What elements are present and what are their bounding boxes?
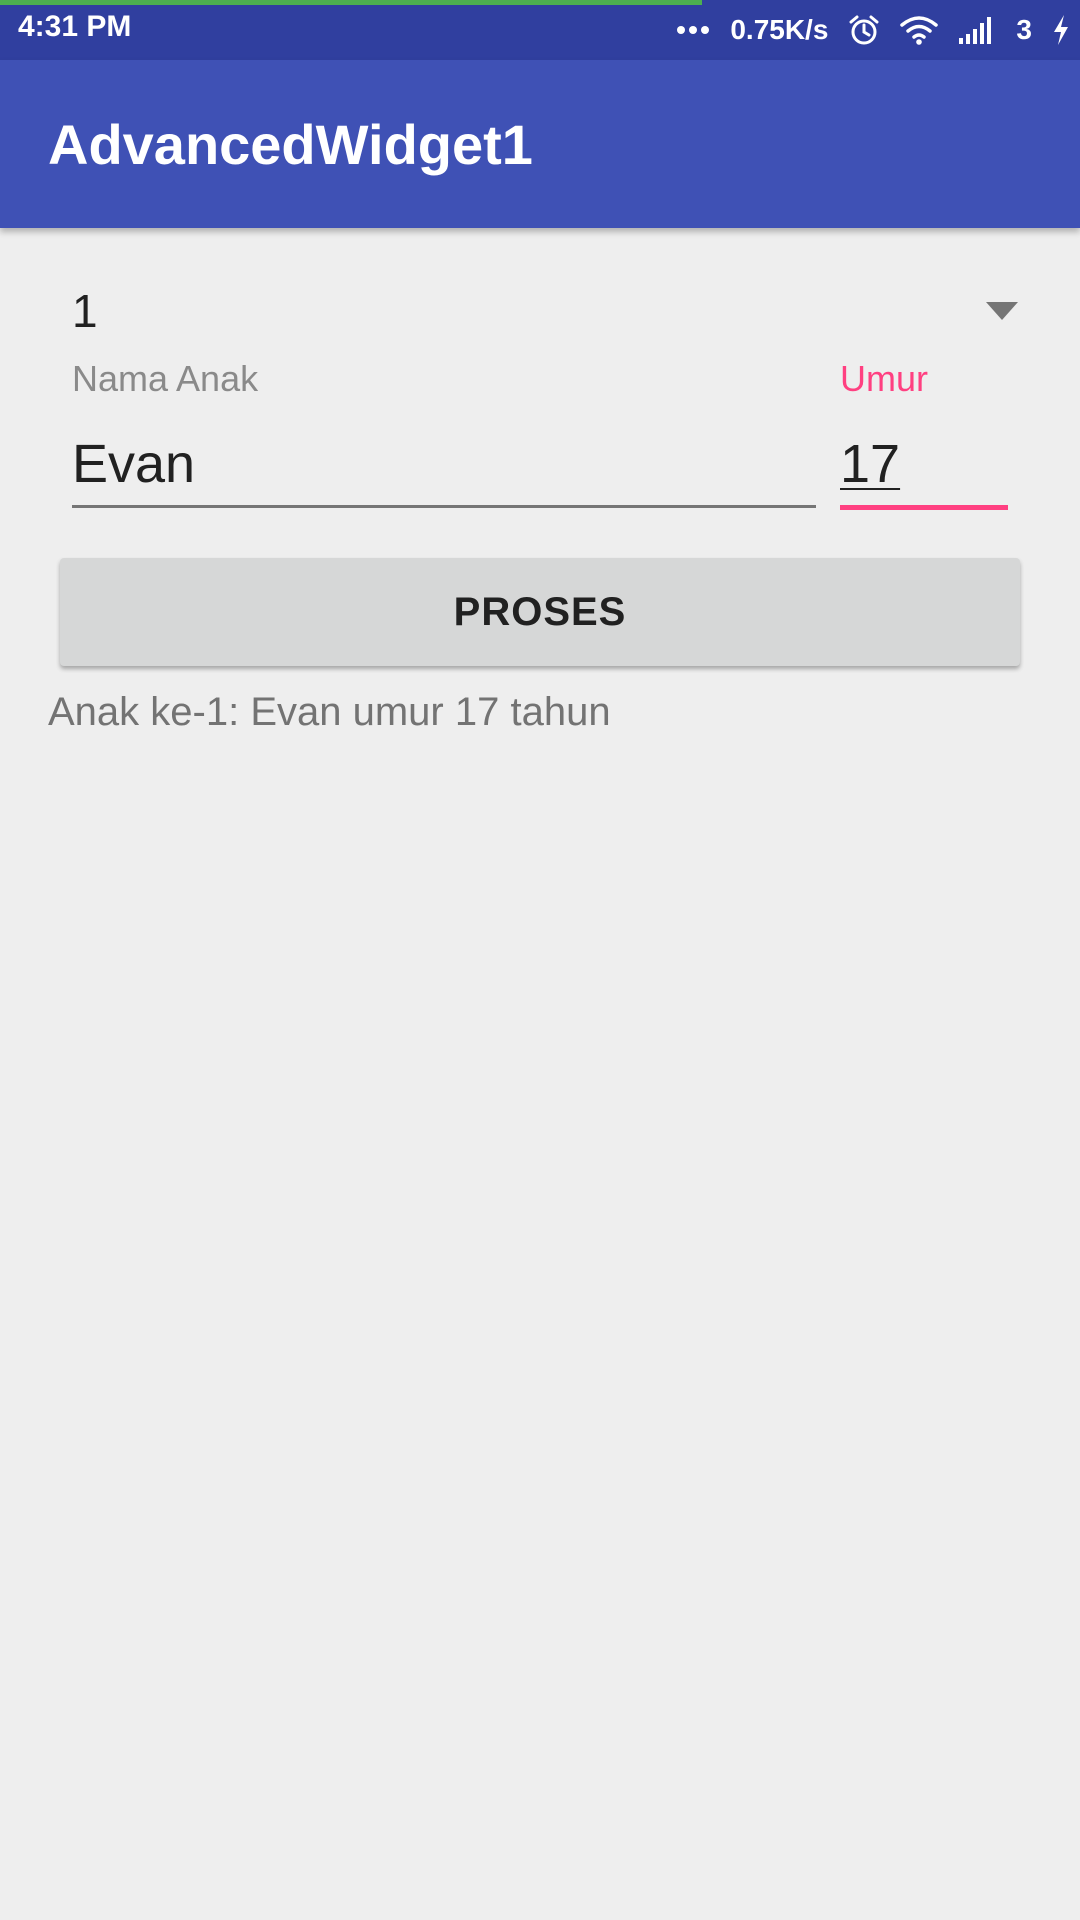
signal-icon — [958, 16, 996, 44]
wifi-icon — [900, 15, 939, 45]
app-title: AdvancedWidget1 — [48, 113, 533, 176]
load-progress-line — [0, 0, 702, 5]
more-dots-icon — [676, 25, 710, 35]
spinner-selected-value: 1 — [72, 285, 98, 337]
dropdown-arrow-icon — [986, 302, 1018, 320]
charging-icon — [1052, 14, 1070, 46]
status-time: 4:31 PM — [18, 10, 132, 43]
status-bar: 4:31 PM 0.75K/s 3 — [0, 0, 1080, 60]
age-field-label: Umur — [840, 358, 928, 399]
proses-button[interactable]: PROSES — [60, 558, 1020, 666]
app-bar: AdvancedWidget1 — [0, 60, 1080, 228]
name-input[interactable]: Evan — [72, 425, 816, 508]
age-input[interactable]: 17 — [840, 425, 1008, 510]
name-field-label: Nama Anak — [72, 358, 259, 399]
network-speed: 0.75K/s — [730, 14, 829, 45]
alarm-icon — [848, 14, 880, 46]
child-number-spinner[interactable]: 1 — [72, 280, 1032, 350]
status-icons: 0.75K/s 3 — [676, 10, 1070, 50]
name-input-value: Evan — [72, 434, 196, 494]
result-text: Anak ke-1: Evan umur 17 tahun — [48, 690, 611, 734]
sim-label: 3 — [1016, 14, 1032, 45]
age-input-value: 17 — [840, 434, 901, 494]
